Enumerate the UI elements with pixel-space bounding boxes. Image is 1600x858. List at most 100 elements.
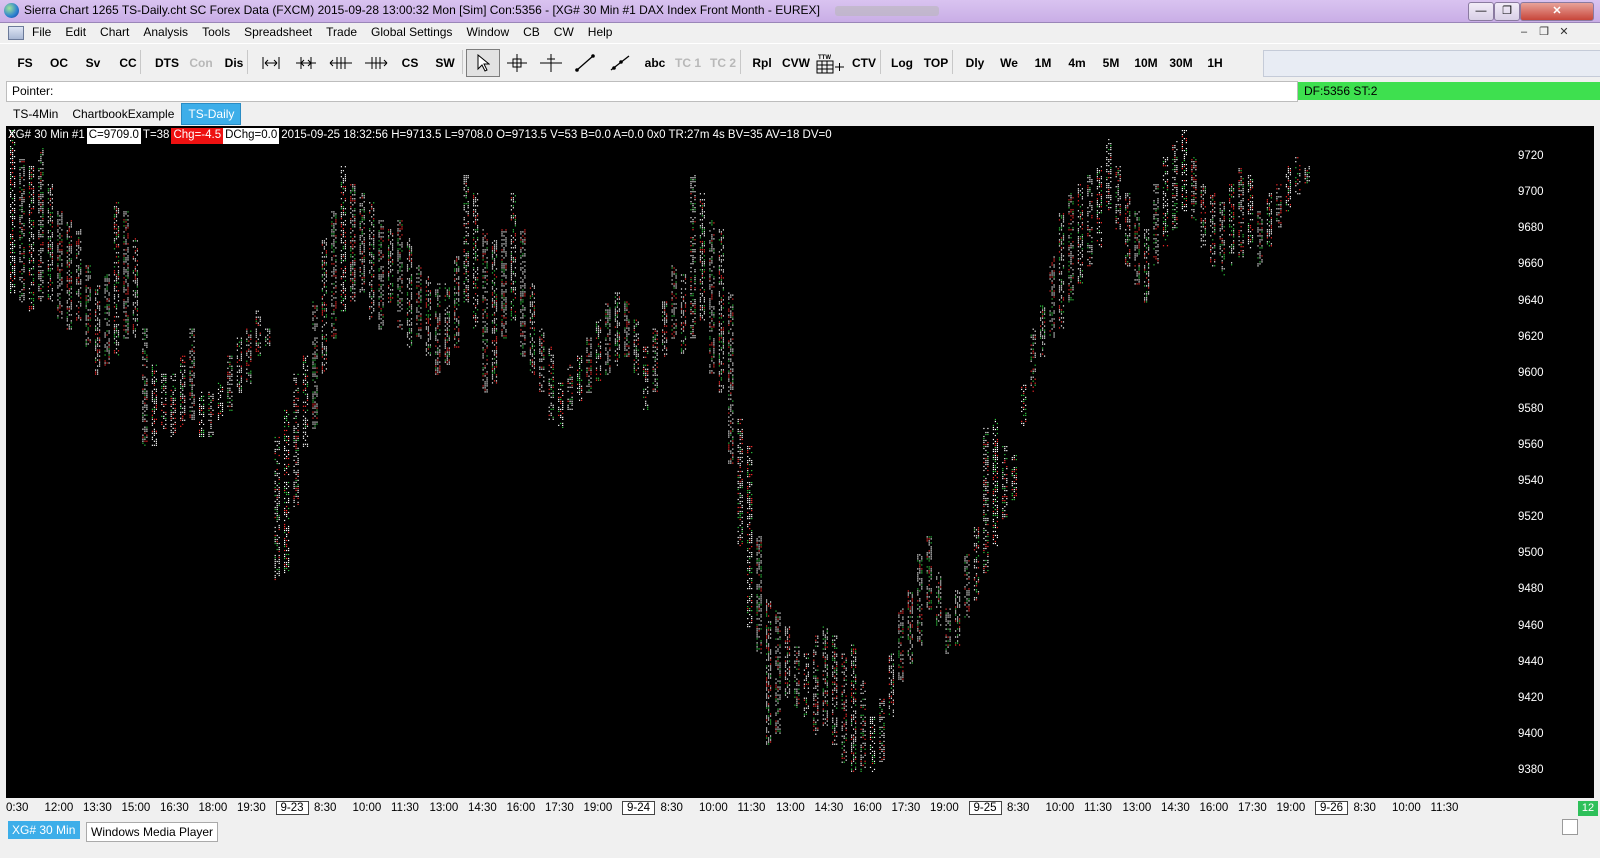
ray-tool-button[interactable] [602,49,636,77]
line-tool-button[interactable] [568,49,602,77]
price-axis-label: 9600 [1518,366,1544,379]
time-axis-label: 10:00 [1392,802,1421,814]
price-axis-label: 9540 [1518,475,1544,488]
toolbar-button-fs[interactable]: FS [6,49,44,77]
price-bar [227,355,233,411]
toolbar-button-1m[interactable]: 1M [1026,49,1060,77]
price-bar [680,274,687,354]
mdi-minimize-button[interactable]: – [1516,25,1532,39]
toolbar-button-30m[interactable]: 30M [1163,49,1199,77]
toolbar-button-log[interactable]: Log [885,49,919,77]
menu-item[interactable]: Analysis [143,25,188,39]
price-bar [1030,328,1036,392]
price-bar [662,301,668,357]
chartbook-tab[interactable]: ChartbookExample [65,103,181,125]
toolbar-button-oc[interactable]: OC [41,49,77,77]
menu-item[interactable]: Window [466,25,509,39]
mdi-restore-button[interactable]: ❐ [1536,25,1552,39]
toolbar-button-rpl[interactable]: Rpl [745,49,779,77]
price-bar [577,355,583,401]
toolbar-button-cvw[interactable]: CVW [778,49,814,77]
toolbar-button-dis[interactable]: Dis [217,49,251,77]
menu-item[interactable]: Trade [326,25,357,39]
menu-item[interactable]: CB [523,25,540,39]
price-bar [1096,166,1102,248]
price-bar [1191,157,1197,221]
toolbar-button-cs[interactable]: CS [393,49,427,77]
price-bar [699,193,705,321]
trade-window-grid-button[interactable]: TTW [813,49,847,77]
zoom-in-horizontal-button[interactable] [255,49,287,77]
menu-item[interactable]: Global Settings [371,25,452,39]
toolbar-button-we[interactable]: We [992,49,1026,77]
mdi-close-button[interactable]: ✕ [1556,25,1572,39]
price-bar [728,292,734,464]
price-axis-label: 9640 [1518,294,1544,307]
price-bar [624,301,630,357]
price-bar [331,211,337,339]
time-axis-label: 17:30 [545,802,574,814]
crosshair-button[interactable] [500,49,534,77]
toolbar-button-dts[interactable]: DTS [147,49,187,77]
price-bar [388,229,394,303]
price-bar [425,276,431,356]
menu-item[interactable]: Tools [202,25,230,39]
time-axis-label: 16:00 [506,802,536,814]
menu-item[interactable]: Edit [65,25,86,39]
price-axis-label: 9500 [1518,547,1544,560]
toolbar-button-sw[interactable]: SW [427,49,463,77]
price-bar [784,626,791,698]
info-change: Chg=-4.5 [171,128,224,144]
chart-window-icon[interactable] [8,26,24,40]
pointer-arrow-button[interactable] [466,49,500,77]
toolbar-button-10m[interactable]: 10M [1128,49,1164,77]
price-bar [718,229,724,393]
menu-item[interactable]: CW [554,25,574,39]
close-button[interactable]: ✕ [1520,2,1594,21]
time-axis-label: 14:30 [1161,802,1190,814]
window-chip-media-player[interactable]: Windows Media Player [86,822,219,842]
menu-item[interactable]: File [32,25,51,39]
time-axis-label: 14:30 [814,802,844,814]
price-axis-label: 9660 [1518,258,1544,271]
menu-item[interactable]: Help [588,25,613,39]
menu-item[interactable]: Chart [100,25,129,39]
price-bar [255,310,261,356]
menu-item[interactable]: Spreadsheet [244,25,312,39]
toolbar-button-dly[interactable]: Dly [957,49,993,77]
toolbar-button-tc1[interactable]: TC 1 [670,49,706,77]
scroll-right-button[interactable] [360,49,392,77]
chartbook-tab[interactable]: TS-4Min [6,103,65,125]
time-axis[interactable]: 12 0:30 12:00 13:30 15:00 16:30 18:00 19:30 9-2… [6,800,1598,818]
minimize-button[interactable]: — [1468,2,1494,21]
toolbar-button-5m[interactable]: 5M [1094,49,1128,77]
scroll-left-button[interactable] [325,49,357,77]
toolbar-button-abc[interactable]: abc [638,49,672,77]
toolbar-button-con[interactable]: Con [185,49,217,77]
toolbar-button-tc2[interactable]: TC 2 [705,49,741,77]
price-bar [1210,193,1216,267]
toolbar-button-1h[interactable]: 1H [1198,49,1232,77]
time-axis-label: 16:00 [1199,802,1229,814]
time-axis-label: 10:00 [699,802,728,814]
chartbook-tab[interactable]: TS-Daily [181,103,242,125]
restore-button[interactable]: ❐ [1494,2,1520,21]
toolbar-button-ctv[interactable]: CTV [847,49,881,77]
value-tool-button[interactable] [534,49,568,77]
toolbar-empty-area [1263,50,1600,77]
scrollbar-thumb[interactable] [1562,819,1578,835]
price-bar [879,698,885,762]
toolbar-button-sv[interactable]: Sv [75,49,111,77]
zoom-out-horizontal-button[interactable] [290,49,322,77]
price-bar [340,166,346,312]
price-axis-label: 9560 [1518,438,1544,451]
toolbar-button-4m[interactable]: 4m [1060,49,1094,77]
chart-area[interactable]: 9380 9400 9420 9440 9460 9480 9500 9520 9540 9560… [6,126,1594,798]
window-title: Sierra Chart 1265 TS-Daily.cht SC Forex … [24,3,820,17]
toolbar-button-top[interactable]: TOP [918,49,954,77]
chart-window-chip[interactable]: XG# 30 Min [8,821,80,839]
price-bar [95,285,101,375]
price-bar [57,211,63,319]
time-axis-end-marker: 12 [1578,801,1598,816]
price-bar [454,256,460,348]
